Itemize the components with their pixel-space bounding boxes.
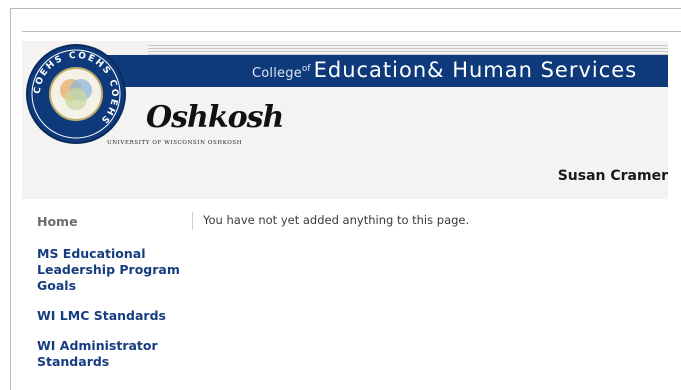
top-divider <box>22 31 681 32</box>
university-line: UNIVERSITY OF WISCONSIN OSHKOSH <box>107 140 243 146</box>
college-title: College of Education& Human Services <box>252 58 637 84</box>
empty-page-message: You have not yet added anything to this … <box>203 213 470 227</box>
coehs-seal-logo: COEHS COEHS COEHS <box>28 46 124 142</box>
college-of-label: of <box>301 64 311 74</box>
oshkosh-wordmark: Oshkosh <box>146 100 284 135</box>
sidebar-nav: Home MS Educational Leadership Program G… <box>37 214 187 384</box>
sidebar-item-wi-lmc-standards[interactable]: WI LMC Standards <box>37 308 187 324</box>
user-name: Susan Cramer <box>557 168 668 184</box>
college-name: Education& Human Services <box>313 58 638 82</box>
content-divider <box>192 212 193 230</box>
header-stripes <box>148 45 668 55</box>
sidebar-item-home[interactable]: Home <box>37 214 187 230</box>
seal-graphic: COEHS COEHS COEHS <box>31 49 121 139</box>
sidebar-item-wi-administrator-standards[interactable]: WI Administrator Standards <box>37 338 187 370</box>
sidebar-item-ms-educational-leadership-goals[interactable]: MS Educational Leadership Program Goals <box>37 246 187 294</box>
college-label: College <box>252 66 302 81</box>
